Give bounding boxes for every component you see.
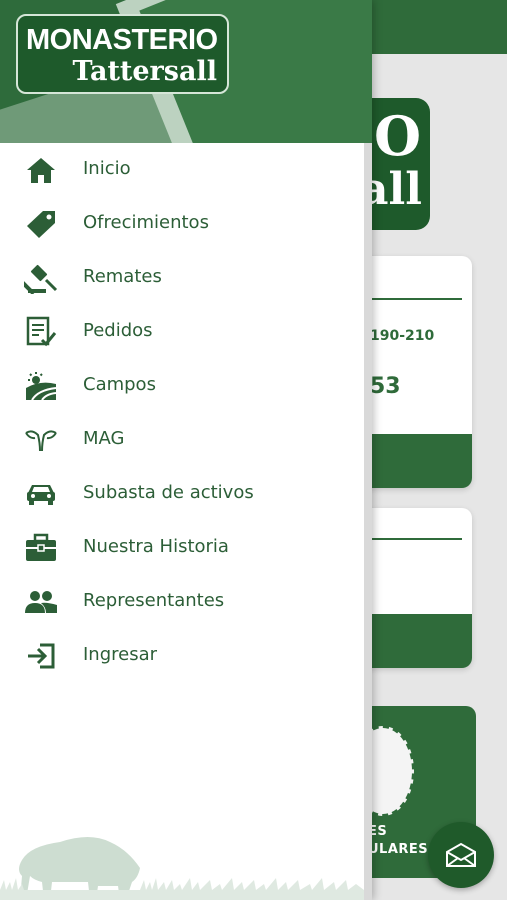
logo-line2: Tattersall xyxy=(72,56,217,87)
cow-grass-illustration xyxy=(0,837,364,900)
menu-item-label: MAG xyxy=(83,428,125,449)
bg-category-line2: ULARES xyxy=(368,842,429,857)
bg-card-1-range: 190-210 xyxy=(370,328,435,344)
menu-item-representantes[interactable]: Representantes xyxy=(0,575,364,629)
tag-icon xyxy=(24,209,58,239)
farm-field-icon xyxy=(24,371,58,401)
menu-item-nuestra-historia[interactable]: Nuestra Historia xyxy=(0,521,364,575)
car-icon xyxy=(24,479,58,509)
drawer-header: MONASTERIO Tattersall xyxy=(0,0,372,143)
bg-logo-text-top: O xyxy=(374,104,422,168)
menu-item-label: Campos xyxy=(83,374,156,395)
menu-item-label: Nuestra Historia xyxy=(83,536,229,557)
menu-item-label: Representantes xyxy=(83,590,225,611)
drawer-divider xyxy=(364,143,372,900)
menu-item-ofrecimientos[interactable]: Ofrecimientos xyxy=(0,197,364,251)
briefcase-icon xyxy=(24,533,58,563)
horns-icon xyxy=(24,425,58,455)
envelope-icon xyxy=(446,842,476,867)
logo-line1: MONASTERIO xyxy=(26,24,218,56)
home-icon xyxy=(24,155,58,185)
menu-item-label: Subasta de activos xyxy=(83,482,254,503)
brand-logo: MONASTERIO Tattersall xyxy=(16,14,229,94)
navigation-drawer: MONASTERIO Tattersall Inicio Ofrecimient… xyxy=(0,0,372,900)
menu-item-label: Inicio xyxy=(83,158,131,179)
menu-item-label: Ofrecimientos xyxy=(83,212,209,233)
drawer-menu: Inicio Ofrecimientos Remates Pedidos Cam… xyxy=(0,143,364,683)
bg-card-1-value: 53 xyxy=(370,374,401,399)
menu-item-ingresar[interactable]: Ingresar xyxy=(0,629,364,683)
checklist-icon xyxy=(24,316,58,347)
menu-item-label: Remates xyxy=(83,266,162,287)
menu-item-campos[interactable]: Campos xyxy=(0,359,364,413)
menu-item-subasta-de-activos[interactable]: Subasta de activos xyxy=(0,467,364,521)
menu-item-mag[interactable]: MAG xyxy=(0,413,364,467)
menu-item-label: Ingresar xyxy=(83,644,158,665)
menu-item-remates[interactable]: Remates xyxy=(0,251,364,305)
menu-item-inicio[interactable]: Inicio xyxy=(0,143,364,197)
people-icon xyxy=(24,587,58,617)
mail-fab-button[interactable] xyxy=(428,822,494,888)
gavel-icon xyxy=(24,263,58,294)
menu-item-label: Pedidos xyxy=(83,320,153,341)
login-icon xyxy=(24,641,58,671)
menu-item-pedidos[interactable]: Pedidos xyxy=(0,305,364,359)
